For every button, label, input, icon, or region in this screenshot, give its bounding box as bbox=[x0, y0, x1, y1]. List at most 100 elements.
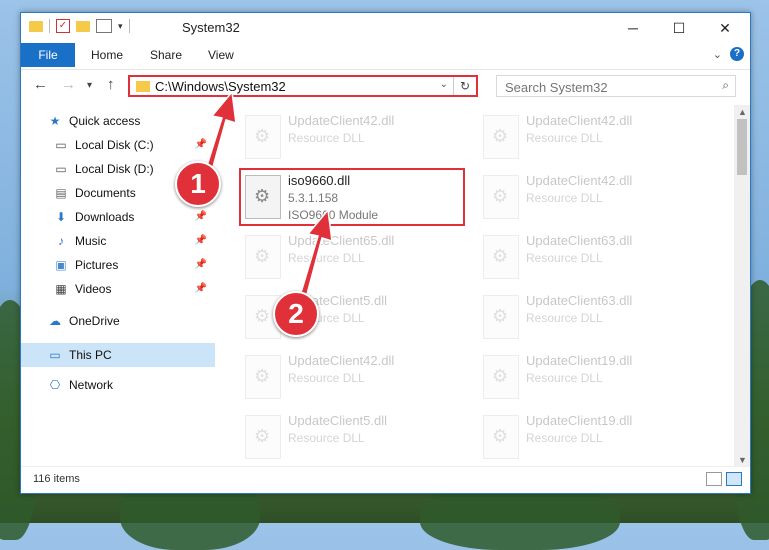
new-folder-icon[interactable] bbox=[76, 20, 90, 32]
scroll-down-icon[interactable]: ▼ bbox=[738, 455, 747, 465]
properties-icon[interactable] bbox=[96, 19, 112, 33]
nav-quick-access[interactable]: ★ Quick access bbox=[47, 109, 215, 133]
nav-label: OneDrive bbox=[69, 314, 120, 328]
file-description: Resource DLL bbox=[288, 131, 365, 145]
tab-share[interactable]: Share bbox=[150, 43, 182, 67]
file-name: UpdateClient42.dll bbox=[288, 113, 395, 128]
step-2-badge: 2 bbox=[273, 291, 319, 337]
nav-label: Videos bbox=[75, 282, 112, 296]
nav-label: Local Disk (D:) bbox=[75, 162, 154, 176]
nav-network[interactable]: ⎔ Network bbox=[47, 373, 215, 397]
address-bar[interactable]: C:\Windows\System32 ⌄ ↻ bbox=[128, 75, 478, 97]
up-arrow-icon[interactable]: ↑ bbox=[107, 76, 115, 93]
folder-icon bbox=[136, 81, 150, 92]
file-description: Resource DLL bbox=[526, 131, 603, 145]
customize-toolbar-icon[interactable]: ▾ bbox=[118, 21, 123, 32]
nav-music[interactable]: ♪ Music 📌 bbox=[53, 229, 215, 253]
back-arrow-icon[interactable]: ← bbox=[33, 76, 48, 93]
file-name: UpdateClient19.dll bbox=[526, 353, 633, 368]
nav-pictures[interactable]: ▣ Pictures 📌 bbox=[53, 253, 215, 277]
ribbon-tabs: File Home Share View ⌄ ? bbox=[21, 43, 750, 67]
vertical-scrollbar[interactable]: ▲ ▼ bbox=[734, 105, 750, 467]
navigation-pane: ★ Quick access ▭ Local Disk (C:) 📌 ▭ Loc… bbox=[21, 105, 215, 467]
refresh-icon[interactable]: ↻ bbox=[453, 77, 476, 95]
search-icon: ⌕ bbox=[722, 78, 729, 92]
nav-label: Quick access bbox=[69, 114, 141, 128]
file-item[interactable]: UpdateClient63.dll Resource DLL bbox=[479, 289, 709, 349]
help-icon[interactable]: ? bbox=[730, 47, 744, 61]
nav-this-pc[interactable]: ▭ This PC bbox=[21, 343, 215, 367]
details-view-icon[interactable] bbox=[706, 472, 722, 486]
pin-icon: 📌 bbox=[194, 211, 207, 222]
dll-file-icon bbox=[483, 355, 519, 399]
dll-file-icon bbox=[245, 415, 281, 459]
nav-label: Downloads bbox=[75, 210, 135, 224]
file-item[interactable]: UpdateClient42.dll Resource DLL bbox=[479, 109, 709, 169]
file-item[interactable]: UpdateClient63.dll Resource DLL bbox=[479, 229, 709, 289]
title-bar: ✓ ▾ System32 ─ ☐ ✕ bbox=[21, 13, 750, 43]
chevron-down-icon[interactable]: ⌄ bbox=[713, 48, 722, 61]
dll-file-icon bbox=[483, 175, 519, 219]
file-item[interactable]: UpdateClient5.dll Resource DLL bbox=[241, 409, 471, 467]
star-icon: ★ bbox=[49, 114, 61, 128]
file-name: UpdateClient42.dll bbox=[526, 173, 633, 188]
tab-home[interactable]: Home bbox=[91, 43, 123, 67]
file-name: UpdateClient42.dll bbox=[288, 353, 395, 368]
address-dropdown-icon[interactable]: ⌄ bbox=[440, 79, 448, 90]
dll-file-icon bbox=[245, 115, 281, 159]
scrollbar-thumb[interactable] bbox=[737, 119, 747, 175]
file-item[interactable]: UpdateClient42.dll Resource DLL bbox=[241, 109, 471, 169]
address-path[interactable]: C:\Windows\System32 bbox=[155, 79, 286, 94]
documents-icon: ▤ bbox=[55, 186, 67, 200]
divider bbox=[49, 19, 50, 33]
forward-arrow-icon[interactable]: → bbox=[61, 76, 76, 93]
properties-check-icon[interactable]: ✓ bbox=[56, 19, 70, 33]
dll-file-icon bbox=[483, 115, 519, 159]
network-icon: ⎔ bbox=[49, 378, 61, 392]
quick-access-toolbar: ✓ ▾ bbox=[29, 19, 130, 33]
ribbon-right-controls: ⌄ ? bbox=[713, 47, 744, 61]
dll-file-icon bbox=[483, 415, 519, 459]
pin-icon: 📌 bbox=[194, 259, 207, 270]
dll-file-icon bbox=[483, 295, 519, 339]
file-description: Resource DLL bbox=[526, 191, 603, 205]
view-switcher bbox=[706, 472, 742, 486]
file-name: UpdateClient63.dll bbox=[526, 293, 633, 308]
file-description: Resource DLL bbox=[526, 431, 603, 445]
file-description: Resource DLL bbox=[288, 431, 365, 445]
scroll-up-icon[interactable]: ▲ bbox=[738, 107, 747, 117]
pin-icon: 📌 bbox=[194, 235, 207, 246]
maximize-button[interactable]: ☐ bbox=[656, 13, 702, 43]
computer-icon: ▭ bbox=[49, 348, 61, 362]
file-name: UpdateClient19.dll bbox=[526, 413, 633, 428]
download-icon: ⬇ bbox=[55, 210, 67, 224]
item-count: 116 items bbox=[33, 473, 80, 485]
nav-onedrive[interactable]: ☁ OneDrive bbox=[47, 309, 215, 333]
search-box[interactable]: ⌕ bbox=[496, 75, 736, 97]
pictures-icon: ▣ bbox=[55, 258, 67, 272]
close-button[interactable]: ✕ bbox=[702, 13, 748, 43]
tab-view[interactable]: View bbox=[208, 43, 234, 67]
nav-downloads[interactable]: ⬇ Downloads 📌 bbox=[53, 205, 215, 229]
file-item[interactable]: UpdateClient19.dll Resource DLL bbox=[479, 409, 709, 467]
large-icons-view-icon[interactable] bbox=[726, 472, 742, 486]
nav-local-disk-c[interactable]: ▭ Local Disk (C:) 📌 bbox=[53, 133, 215, 157]
dll-file-icon bbox=[245, 355, 281, 399]
recent-locations-icon[interactable]: ▾ bbox=[87, 80, 92, 91]
file-item[interactable]: UpdateClient42.dll Resource DLL bbox=[479, 169, 709, 229]
cloud-icon: ☁ bbox=[49, 314, 61, 328]
tab-file[interactable]: File bbox=[21, 43, 75, 67]
nav-label: This PC bbox=[69, 348, 112, 362]
file-item[interactable]: UpdateClient42.dll Resource DLL bbox=[241, 349, 471, 409]
music-icon: ♪ bbox=[58, 234, 64, 248]
file-item[interactable]: UpdateClient65.dll Resource DLL bbox=[241, 229, 471, 289]
search-input[interactable] bbox=[503, 77, 707, 97]
file-description: Resource DLL bbox=[526, 371, 603, 385]
address-row: ← → ▾ ↑ C:\Windows\System32 ⌄ ↻ ⌕ bbox=[21, 69, 750, 102]
dll-file-icon bbox=[245, 235, 281, 279]
drive-icon: ▭ bbox=[55, 162, 67, 176]
minimize-button[interactable]: ─ bbox=[610, 13, 656, 43]
nav-label: Local Disk (C:) bbox=[75, 138, 154, 152]
nav-videos[interactable]: ▦ Videos 📌 bbox=[53, 277, 215, 301]
file-item[interactable]: UpdateClient19.dll Resource DLL bbox=[479, 349, 709, 409]
